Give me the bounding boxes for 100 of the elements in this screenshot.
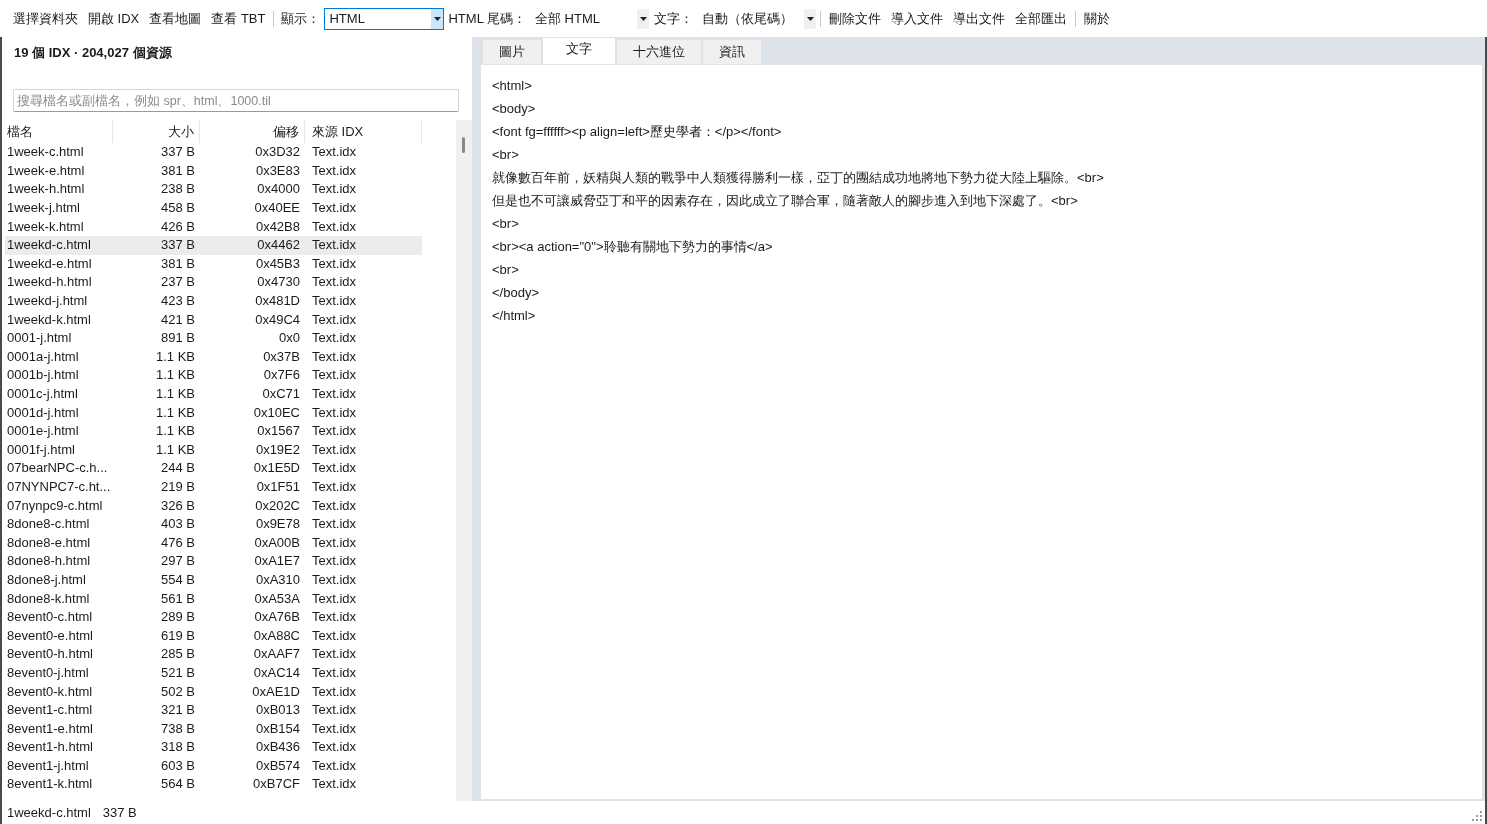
table-cell-text: 564 B — [160, 775, 196, 794]
table-cell-text: 476 B — [160, 533, 196, 552]
table-cell-text: Text.idx — [311, 236, 358, 255]
table-cell-text: 1.1 KB — [154, 385, 196, 403]
table-cell-text: 238 B — [160, 180, 196, 199]
table-cell-text: 0001d-j.html — [6, 403, 80, 422]
table-cell-text: Text.idx — [311, 663, 358, 682]
text-line: <br> — [492, 147, 519, 162]
table-cell-text: Text.idx — [311, 626, 358, 645]
toolbar-button[interactable]: 關於 — [1079, 6, 1115, 31]
dropdown[interactable]: HTML — [324, 7, 445, 30]
toolbar-button[interactable]: 全部匯出 — [1010, 6, 1072, 31]
table-cell-text: 237 B — [160, 273, 196, 292]
table-cell-text: Text.idx — [311, 161, 358, 180]
table-cell-text: Text.idx — [311, 143, 358, 162]
toolbar-button[interactable]: 查看地圖 — [144, 6, 207, 31]
resize-grip-icon — [1472, 811, 1482, 821]
table-cell-text: 0x4730 — [256, 273, 301, 292]
tab[interactable]: 十六進位 — [616, 39, 702, 64]
table-cell-text: 0x3D32 — [254, 143, 301, 162]
table-cell-text: 0xA76B — [253, 608, 301, 627]
table-cell-text: 0x45B3 — [254, 254, 301, 273]
table-cell-text: 8event0-j.html — [6, 663, 90, 682]
table-cell-text: Text.idx — [311, 533, 358, 552]
table-cell-text: 0xB436 — [254, 738, 301, 757]
tab[interactable]: 文字 — [542, 37, 616, 64]
table-cell-text: Text.idx — [311, 570, 358, 589]
table-cell-text: 0001c-j.html — [6, 385, 79, 403]
toolbar-button[interactable]: 查看 TBT — [206, 6, 271, 31]
scrollbar[interactable] — [456, 120, 472, 801]
field-label: 顯示： — [280, 9, 322, 28]
search-field[interactable]: 搜尋檔名或副檔名，例如 spr、html、1000.til — [13, 89, 459, 112]
table-cell-text: 0x4462 — [256, 236, 301, 255]
tab[interactable]: 資訊 — [702, 39, 762, 64]
table-cell-text: 8event0-k.html — [6, 682, 94, 701]
table-cell-text: 0x37B — [262, 347, 301, 366]
table-cell-text: 1week-e.html — [6, 161, 86, 180]
table-cell-text: 0xB574 — [254, 756, 301, 775]
text-line: <html> — [492, 78, 532, 93]
table-cell-text: Text.idx — [311, 292, 358, 311]
table-cell-text: 0x40EE — [253, 199, 301, 218]
table-cell-text: 0xB013 — [254, 701, 301, 720]
table-cell-text: 0x1E5D — [252, 459, 301, 478]
toolbar-button[interactable]: 開啟 IDX — [83, 6, 145, 31]
text-line: </html> — [492, 308, 536, 323]
table-cell-text: Text.idx — [311, 701, 358, 720]
table-cell-text: 1.1 KB — [154, 440, 196, 459]
text-line: <br> — [492, 262, 519, 277]
table-cell-text: 297 B — [160, 552, 196, 571]
table-cell-text: 426 B — [160, 217, 196, 236]
table-cell-text: 8event0-e.html — [6, 626, 94, 645]
table-cell-text: 0xA310 — [254, 570, 301, 589]
table-cell-text: 0x4000 — [256, 180, 301, 199]
table-cell-text: 07bearNPC-c.h... — [6, 459, 109, 478]
table-cell-text: 8done8-h.html — [6, 552, 92, 571]
toolbar-button[interactable]: 刪除文件 — [824, 6, 886, 31]
table-cell-text: 289 B — [160, 608, 196, 627]
table-cell-text: 458 B — [160, 199, 196, 218]
table-cell-text: 0xC71 — [261, 385, 301, 403]
table-cell-text: Text.idx — [311, 422, 358, 441]
table-cell-text: 421 B — [160, 310, 196, 329]
table-cell-text: Text.idx — [311, 310, 358, 329]
table-cell-text: 0xAC14 — [252, 663, 301, 682]
table-cell-text: 0x202C — [254, 496, 301, 515]
table-cell-text: 244 B — [160, 459, 196, 478]
table-cell-text: 0xAE1D — [251, 682, 301, 701]
table-cell-text: 0xA53A — [253, 589, 301, 608]
table-cell-text: 8event0-h.html — [6, 645, 94, 664]
toolbar-button[interactable]: 選擇資料夾 — [8, 6, 83, 31]
table-cell-text: Text.idx — [311, 645, 358, 664]
toolbar-button[interactable]: 導入文件 — [886, 6, 948, 31]
table-cell-text: 321 B — [160, 701, 196, 720]
table-cell-text: 619 B — [160, 626, 196, 645]
table-cell-text: 8done8-c.html — [6, 515, 91, 534]
table-cell-text: 561 B — [160, 589, 196, 608]
table-cell-text: 1weekd-h.html — [6, 273, 93, 292]
scrollbar-thumb[interactable] — [462, 137, 465, 153]
table-cell-text: 8event1-e.html — [6, 719, 94, 738]
table-cell-text: 0xA00B — [253, 533, 301, 552]
table-cell-text: Text.idx — [311, 347, 358, 366]
table-cell-text: 891 B — [160, 329, 196, 348]
table-cell-text: 337 B — [160, 236, 196, 255]
text-line: 但是也不可讓威脅亞丁和平的因素存在，因此成立了聯合軍，隨著敵人的腳步進入到地下深處了。<br> — [492, 193, 1078, 208]
table-cell-text: 219 B — [160, 478, 196, 496]
table-cell-text: Text.idx — [311, 515, 358, 534]
caret-icon — [637, 8, 649, 29]
table-cell-text: Text.idx — [311, 478, 358, 496]
toolbar-button[interactable]: 導出文件 — [948, 6, 1010, 31]
table-cell-text: 337 B — [160, 143, 196, 162]
table-cell-text: 1weekd-e.html — [6, 254, 93, 273]
table-cell-text: 0xB7CF — [252, 775, 301, 794]
table-cell-text: 1.1 KB — [154, 422, 196, 441]
table-cell-text: Text.idx — [311, 552, 358, 571]
tab[interactable]: 圖片 — [482, 39, 542, 64]
table-cell-text: 1weekd-j.html — [6, 292, 89, 311]
table-cell-text: 8event0-c.html — [6, 608, 94, 627]
table-cell-text: 0001f-j.html — [6, 440, 76, 459]
table-cell-text: 0x19E2 — [254, 440, 301, 459]
table-cell-text: Text.idx — [311, 756, 358, 775]
table-cell-text: Text.idx — [311, 719, 358, 738]
